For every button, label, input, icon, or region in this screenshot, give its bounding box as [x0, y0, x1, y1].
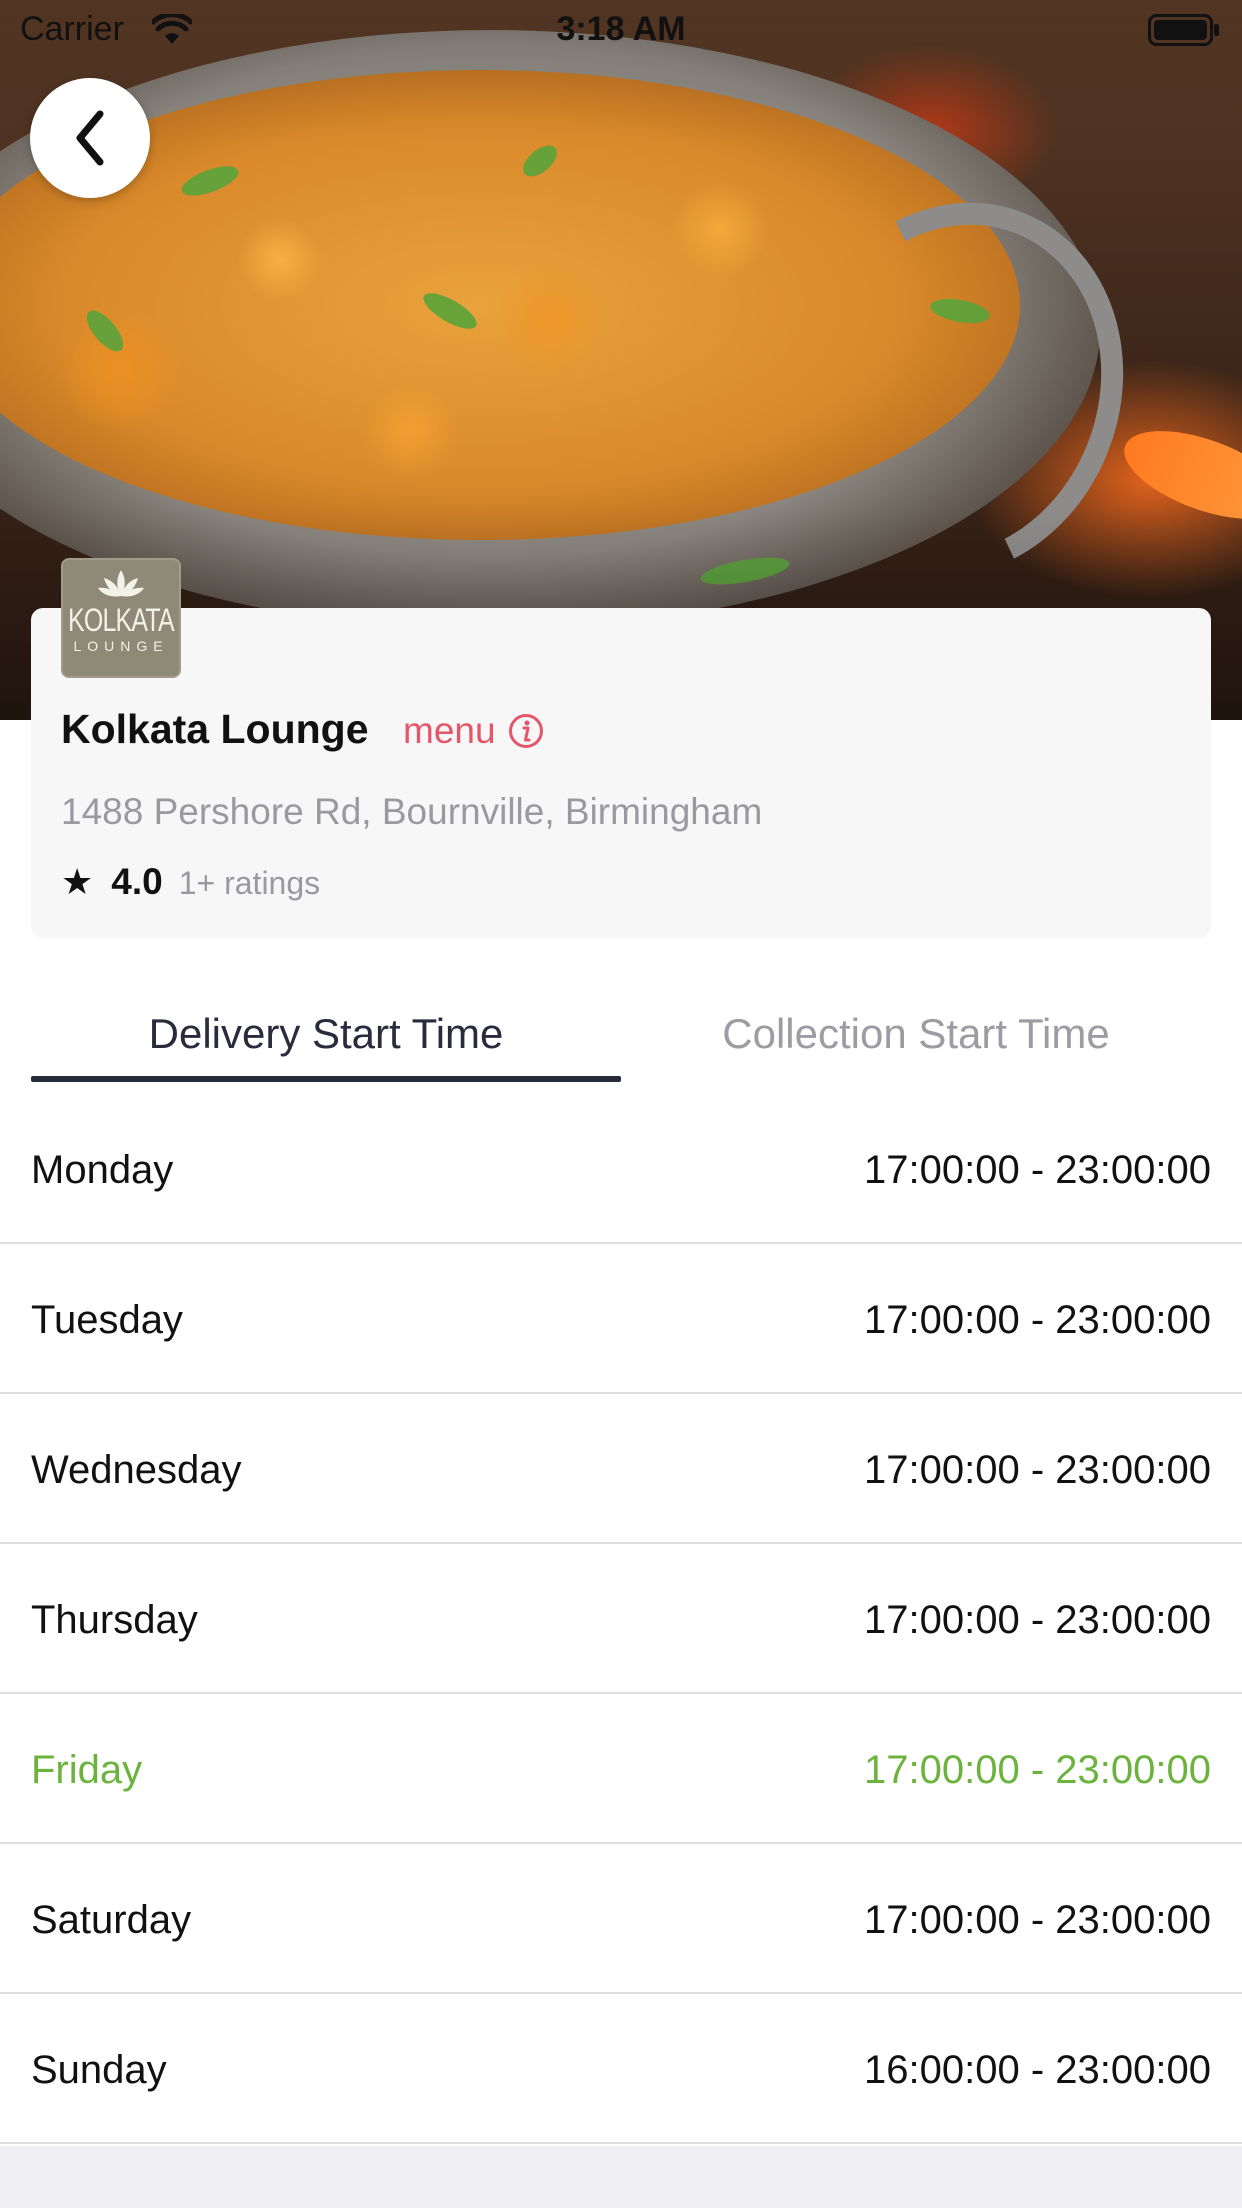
- schedule-row-thursday: Thursday 17:00:00 - 23:00:00: [0, 1544, 1242, 1694]
- day-label: Wednesday: [31, 1448, 242, 1492]
- lotus-icon: [98, 570, 144, 597]
- star-icon: ★: [61, 861, 94, 902]
- day-label: Sunday: [31, 2048, 167, 2092]
- day-label: Friday: [31, 1748, 143, 1792]
- clock-time: 3:18 AM: [556, 10, 686, 48]
- schedule-row-sunday: Sunday 16:00:00 - 23:00:00: [0, 1994, 1242, 2144]
- rating-count: 1+ ratings: [178, 865, 321, 901]
- back-button[interactable]: [30, 78, 150, 198]
- hours-label: 17:00:00 - 23:00:00: [864, 1898, 1211, 1942]
- schedule-row-wednesday: Wednesday 17:00:00 - 23:00:00: [0, 1394, 1242, 1544]
- active-tab-indicator: [31, 1076, 621, 1082]
- footer-background: [0, 2146, 1242, 2208]
- hours-label: 16:00:00 - 23:00:00: [864, 2048, 1211, 2092]
- battery-icon: [1148, 14, 1219, 46]
- schedule-row-monday: Monday 17:00:00 - 23:00:00: [0, 1094, 1242, 1244]
- tab-delivery-start-time[interactable]: Delivery Start Time: [31, 1000, 621, 1082]
- hours-label: 17:00:00 - 23:00:00: [864, 1598, 1211, 1642]
- schedule-row-saturday: Saturday 17:00:00 - 23:00:00: [0, 1844, 1242, 1994]
- logo-name: KOLKATA: [68, 602, 175, 638]
- opening-hours-list: Monday 17:00:00 - 23:00:00 Tuesday 17:00…: [0, 1094, 1242, 2144]
- restaurant-logo: KOLKATA LOUNGE: [61, 558, 181, 678]
- restaurant-info-card: KOLKATA LOUNGE Kolkata Lounge menu 1488 …: [31, 558, 1211, 938]
- tab-collection-start-time[interactable]: Collection Start Time: [621, 1000, 1211, 1082]
- day-label: Saturday: [31, 1898, 192, 1942]
- restaurant-name: Kolkata Lounge: [61, 706, 369, 752]
- schedule-row-tuesday: Tuesday 17:00:00 - 23:00:00: [0, 1244, 1242, 1394]
- schedule-tabs: Delivery Start Time Collection Start Tim…: [31, 1000, 1211, 1082]
- menu-label: menu: [403, 710, 496, 751]
- info-icon[interactable]: [508, 713, 544, 749]
- rating-value: 4.0: [111, 861, 163, 902]
- hours-label: 17:00:00 - 23:00:00: [864, 1298, 1211, 1342]
- day-label: Monday: [31, 1148, 174, 1192]
- status-bar: Carrier 3:18 AM: [0, 0, 1242, 60]
- day-label: Thursday: [31, 1598, 198, 1642]
- restaurant-address: 1488 Pershore Rd, Bournville, Birmingham: [61, 791, 763, 832]
- chevron-left-icon: [76, 110, 104, 166]
- hours-label: 17:00:00 - 23:00:00: [864, 1448, 1211, 1492]
- rating-row: ★ 4.0 1+ ratings: [61, 861, 320, 903]
- day-label: Tuesday: [31, 1298, 183, 1342]
- menu-link[interactable]: menu: [403, 710, 544, 752]
- logo-subtitle: LOUNGE: [73, 638, 169, 654]
- hours-label: 17:00:00 - 23:00:00: [864, 1148, 1211, 1192]
- hours-label: 17:00:00 - 23:00:00: [864, 1748, 1211, 1792]
- schedule-row-friday: Friday 17:00:00 - 23:00:00: [0, 1694, 1242, 1844]
